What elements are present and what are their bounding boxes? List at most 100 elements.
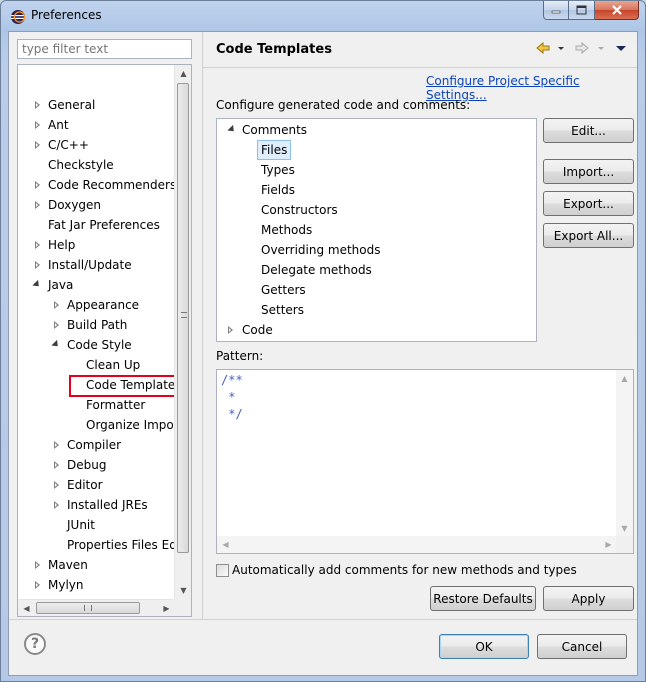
tree-item-label: Code Recommenders — [48, 178, 177, 192]
tree-horizontal-scrollbar[interactable]: ◀ ▶ — [18, 599, 175, 616]
auto-comments-checkbox[interactable] — [216, 564, 229, 577]
expand-arrow-icon[interactable] — [54, 321, 59, 329]
selection-highlight — [69, 375, 178, 397]
template-item[interactable]: Methods — [217, 220, 527, 240]
tree-item[interactable]: Clean Up — [18, 355, 175, 375]
tree-item[interactable]: General — [18, 95, 175, 115]
tree-item[interactable]: Mylyn — [18, 575, 175, 595]
tree-item[interactable]: C/C++ — [18, 135, 175, 155]
export-all-button[interactable]: Export All... — [543, 223, 634, 248]
expand-arrow-icon[interactable] — [54, 461, 59, 469]
scroll-down-icon[interactable]: ▼ — [616, 520, 633, 537]
expand-arrow-icon[interactable] — [54, 301, 59, 309]
template-item[interactable]: Files — [217, 140, 527, 160]
template-group-comments[interactable]: Comments — [217, 120, 527, 140]
expand-arrow-icon[interactable] — [35, 181, 40, 189]
tree-item[interactable]: Ant — [18, 115, 175, 135]
expand-arrow-icon[interactable] — [54, 501, 59, 509]
scroll-left-icon[interactable]: ◀ — [217, 536, 234, 553]
tree-item[interactable]: Java — [18, 275, 175, 295]
tree-item[interactable]: Compiler — [18, 435, 175, 455]
template-item-label: Files — [257, 140, 292, 160]
tree-item[interactable]: Code Style — [18, 335, 175, 355]
help-icon[interactable]: ? — [24, 633, 46, 655]
pattern-editor[interactable]: /** * */ ▲ ▼ ◀ ▶ — [216, 369, 634, 554]
expand-arrow-icon[interactable] — [35, 561, 40, 569]
tree-item[interactable]: Doxygen — [18, 195, 175, 215]
scroll-up-icon[interactable]: ▲ — [175, 65, 191, 82]
tree-item[interactable]: Checkstyle — [18, 155, 175, 175]
tree-item[interactable]: Build Path — [18, 315, 175, 335]
tree-item[interactable]: Help — [18, 235, 175, 255]
tree-vertical-scrollbar[interactable]: ▲ ▼ — [174, 65, 191, 599]
ok-button[interactable]: OK — [439, 634, 529, 659]
expand-arrow-icon[interactable] — [35, 581, 40, 589]
auto-comments-label[interactable]: Automatically add comments for new metho… — [232, 563, 577, 577]
collapse-arrow-icon[interactable] — [32, 279, 42, 290]
pattern-vertical-scrollbar[interactable]: ▲ ▼ — [616, 370, 633, 537]
tree-item-label: C/C++ — [48, 138, 89, 152]
template-item[interactable]: Overriding methods — [217, 240, 527, 260]
collapse-arrow-icon[interactable] — [227, 124, 237, 135]
expand-arrow-icon[interactable] — [228, 326, 233, 334]
template-item[interactable]: Delegate methods — [217, 260, 527, 280]
pattern-label: Pattern: — [216, 349, 264, 363]
minimize-button[interactable] — [543, 1, 569, 20]
expand-arrow-icon[interactable] — [35, 141, 40, 149]
expand-arrow-icon[interactable] — [35, 261, 40, 269]
tree-item[interactable]: Debug — [18, 455, 175, 475]
scroll-up-icon[interactable]: ▲ — [616, 370, 633, 387]
maximize-button[interactable] — [569, 1, 595, 20]
collapse-arrow-icon[interactable] — [51, 339, 61, 350]
template-item-label: Overriding methods — [261, 243, 381, 257]
template-item[interactable]: Types — [217, 160, 527, 180]
templates-tree[interactable]: Comments Files Types Fields Constructors Meth… — [216, 118, 537, 342]
filter-input[interactable] — [17, 39, 192, 59]
tree-item[interactable]: Fat Jar Preferences — [18, 215, 175, 235]
cancel-button[interactable]: Cancel — [537, 634, 627, 659]
tree-item[interactable]: Maven — [18, 555, 175, 575]
forward-dropdown-icon[interactable] — [596, 40, 606, 56]
apply-button[interactable]: Apply — [543, 586, 634, 611]
template-item[interactable]: Constructors — [217, 200, 527, 220]
scroll-down-icon[interactable]: ▼ — [175, 582, 191, 599]
close-button[interactable] — [595, 1, 639, 20]
tree-item[interactable]: Install/Update — [18, 255, 175, 275]
tree-item[interactable]: Editor — [18, 475, 175, 495]
tree-item[interactable]: Properties Files Editor — [18, 535, 191, 555]
pattern-horizontal-scrollbar[interactable]: ◀ ▶ — [217, 536, 617, 553]
scroll-thumb[interactable] — [177, 83, 189, 553]
tree-item[interactable]: Formatter — [18, 395, 175, 415]
scroll-thumb-horizontal[interactable] — [36, 602, 140, 614]
expand-arrow-icon[interactable] — [54, 441, 59, 449]
scroll-right-icon[interactable]: ▶ — [158, 600, 175, 616]
expand-arrow-icon[interactable] — [35, 101, 40, 109]
tree-item[interactable]: Code Recommenders — [18, 175, 177, 195]
restore-defaults-button[interactable]: Restore Defaults — [430, 586, 536, 611]
template-group-code[interactable]: Code — [217, 320, 527, 340]
template-item[interactable]: Getters — [217, 280, 527, 300]
tree-item[interactable]: JUnit — [18, 515, 175, 535]
export-button[interactable]: Export... — [543, 191, 634, 216]
template-item[interactable]: Setters — [217, 300, 527, 320]
edit-button[interactable]: Edit... — [543, 118, 634, 143]
tree-item[interactable]: Organize Imports — [18, 415, 190, 435]
import-button[interactable]: Import... — [543, 159, 634, 184]
title-bar[interactable]: Preferences — [1, 1, 645, 31]
pattern-line: /** — [221, 373, 243, 387]
back-arrow-icon[interactable] — [535, 40, 551, 56]
tree-item-label: Mylyn — [48, 578, 84, 592]
forward-arrow-icon[interactable] — [574, 40, 590, 56]
expand-arrow-icon[interactable] — [35, 241, 40, 249]
expand-arrow-icon[interactable] — [54, 481, 59, 489]
tree-item[interactable]: Installed JREs — [18, 495, 175, 515]
tree-item[interactable]: Appearance — [18, 295, 175, 315]
template-item[interactable]: Fields — [217, 180, 527, 200]
scroll-right-icon[interactable]: ▶ — [600, 536, 617, 553]
expand-arrow-icon[interactable] — [35, 201, 40, 209]
expand-arrow-icon[interactable] — [35, 121, 40, 129]
preferences-tree[interactable]: PyDevPHPeclipseMylynMavenProperties File… — [17, 64, 192, 617]
back-dropdown-icon[interactable] — [556, 40, 566, 56]
view-menu-icon[interactable] — [615, 40, 627, 56]
scroll-left-icon[interactable]: ◀ — [18, 600, 35, 616]
